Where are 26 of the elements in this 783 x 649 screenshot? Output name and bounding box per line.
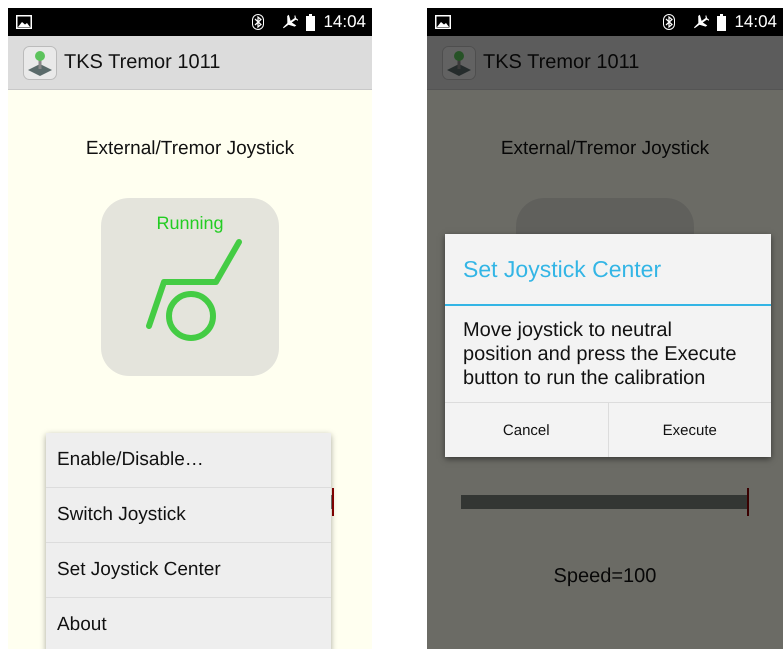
dialog-button[interactable]: Cancel — [445, 403, 608, 457]
joystick-icon[interactable] — [23, 46, 57, 80]
dialog-title: Set Joystick Center — [445, 234, 771, 306]
menu-item[interactable]: Enable/Disable… — [46, 433, 331, 488]
status-time: 14:04 — [734, 12, 777, 32]
app-title: TKS Tremor 1011 — [64, 51, 220, 74]
dialog-message: Move joystick to neutral position and press the Execute button to run the calibration — [445, 306, 771, 403]
speed-reading: Speed=100 — [554, 565, 656, 588]
battery-icon — [717, 14, 726, 30]
menu-item[interactable]: Set Joystick Center — [46, 543, 331, 598]
app-title: TKS Tremor 1011 — [483, 51, 640, 74]
bluetooth-icon — [663, 14, 676, 30]
menu-item[interactable]: About — [46, 598, 331, 649]
dialog-button[interactable]: Execute — [608, 403, 771, 457]
status-label: Running — [155, 213, 225, 234]
airplane-icon — [691, 14, 710, 30]
screen-heading: External/Tremor Joystick — [86, 138, 294, 160]
image-icon — [435, 15, 451, 29]
status-time: 14:04 — [323, 12, 366, 32]
joystick-icon[interactable] — [442, 46, 476, 80]
screen-heading: External/Tremor Joystick — [500, 138, 710, 160]
image-icon — [16, 15, 32, 29]
menu-item[interactable]: Switch Joystick — [46, 488, 331, 543]
bluetooth-icon — [252, 14, 264, 30]
battery-icon — [306, 14, 316, 30]
airplane-icon — [280, 14, 298, 30]
